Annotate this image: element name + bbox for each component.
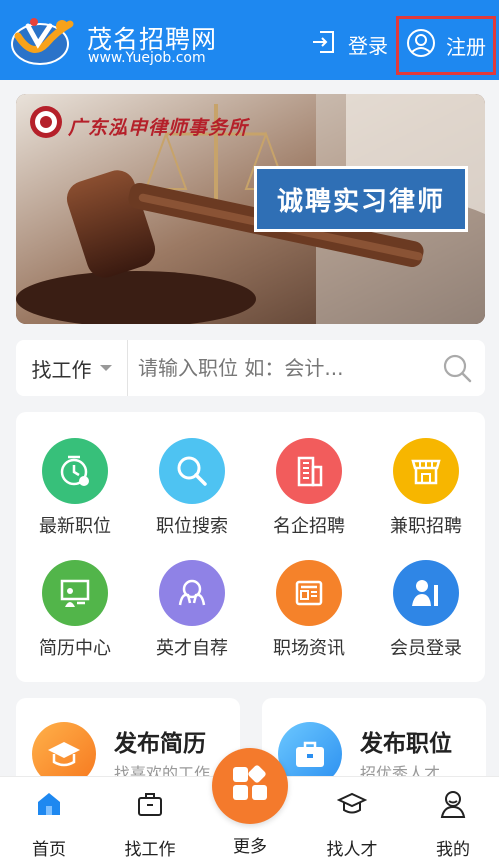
banner-slogan: 诚聘实习律师 bbox=[254, 166, 468, 232]
nav-find-talent-label: 找人才 bbox=[326, 840, 378, 860]
grid-item-latest-jobs[interactable]: 最新职位 bbox=[20, 438, 130, 548]
building-icon bbox=[276, 438, 342, 504]
grid-label: 英才自荐 bbox=[156, 638, 228, 659]
news-icon bbox=[276, 560, 342, 626]
grid-label: 会员登录 bbox=[390, 638, 462, 659]
nav-find-talent[interactable]: 找人才 bbox=[312, 789, 392, 860]
app-header: 茂名招聘网 www.Yuejob.com 登录 注册 bbox=[0, 0, 499, 80]
grid-label: 最新职位 bbox=[39, 516, 111, 537]
login-icon bbox=[310, 28, 338, 61]
shop-icon bbox=[393, 438, 459, 504]
nav-more-label: 更多 bbox=[233, 837, 267, 857]
nav-more-button[interactable] bbox=[212, 748, 288, 824]
nav-find-jobs[interactable]: 找工作 bbox=[110, 789, 190, 860]
clock-icon bbox=[42, 438, 108, 504]
person-outline-icon bbox=[438, 789, 468, 823]
nav-mine-label: 我的 bbox=[436, 840, 470, 860]
grid-label: 简历中心 bbox=[39, 638, 111, 659]
user-icon bbox=[406, 28, 436, 63]
grid-label: 兼职招聘 bbox=[390, 516, 462, 537]
member-icon bbox=[393, 560, 459, 626]
home-icon bbox=[34, 789, 64, 823]
feature-grid: 最新职位 职位搜索 名企招聘 兼职招聘 简历中心 英才自荐 职场资讯 会员登录 bbox=[16, 412, 485, 682]
register-button[interactable]: 注册 bbox=[396, 16, 496, 75]
register-label: 注册 bbox=[446, 35, 486, 59]
hands-icon bbox=[159, 560, 225, 626]
search-bar: 找工作 bbox=[16, 340, 485, 396]
yuejob-logo[interactable] bbox=[10, 14, 76, 68]
caret-down-icon bbox=[99, 365, 112, 371]
nav-mine[interactable]: 我的 bbox=[413, 789, 493, 860]
nav-home[interactable]: 首页 bbox=[9, 789, 89, 860]
grid-item-self-recommend[interactable]: 英才自荐 bbox=[137, 560, 247, 670]
grid-squares-icon bbox=[230, 764, 270, 808]
grid-label: 名企招聘 bbox=[273, 516, 345, 537]
search-type-dropdown[interactable]: 找工作 bbox=[16, 340, 128, 396]
nav-home-label: 首页 bbox=[32, 840, 66, 860]
publish-resume-title: 发布简历 bbox=[114, 731, 206, 757]
grid-item-resume-center[interactable]: 简历中心 bbox=[20, 560, 130, 670]
grid-item-famous-companies[interactable]: 名企招聘 bbox=[254, 438, 364, 548]
presentation-icon bbox=[42, 560, 108, 626]
search-input[interactable] bbox=[128, 340, 429, 396]
login-button[interactable]: 登录 bbox=[310, 28, 388, 60]
site-url: www.Yuejob.com bbox=[88, 50, 206, 66]
grid-item-career-news[interactable]: 职场资讯 bbox=[254, 560, 364, 670]
search-icon[interactable] bbox=[429, 340, 485, 396]
briefcase-outline-icon bbox=[135, 789, 165, 823]
search-type-label: 找工作 bbox=[31, 357, 92, 382]
grid-item-part-time[interactable]: 兼职招聘 bbox=[371, 438, 481, 548]
grid-label: 职位搜索 bbox=[156, 516, 228, 537]
nav-find-jobs-label: 找工作 bbox=[124, 840, 176, 860]
grid-item-member-login[interactable]: 会员登录 bbox=[371, 560, 481, 670]
magnifier-icon bbox=[159, 438, 225, 504]
grid-label: 职场资讯 bbox=[273, 638, 345, 659]
grid-item-job-search[interactable]: 职位搜索 bbox=[137, 438, 247, 548]
login-label: 登录 bbox=[348, 33, 388, 58]
publish-job-title: 发布职位 bbox=[360, 731, 452, 757]
graduation-cap-outline-icon bbox=[336, 789, 368, 823]
law-firm-name: 广东泓申律师事务所 bbox=[68, 117, 249, 139]
